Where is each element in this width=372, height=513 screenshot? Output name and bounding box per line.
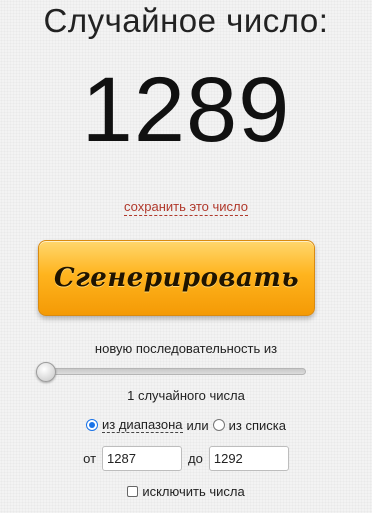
random-number-result: 1289 [81,59,291,161]
or-label: или [186,417,209,433]
from-label: от [83,451,97,466]
generate-button[interactable]: Сгенерировать [38,240,315,316]
range-radio[interactable] [86,419,99,431]
range-option-label[interactable]: из диапазона [102,417,183,433]
list-option-label[interactable]: из списка [229,418,286,433]
exclude-row: исключить числа [0,484,372,499]
count-label: 1 случайного числа [127,388,245,403]
page-title: Случайное число: [43,2,329,39]
count-slider-track[interactable] [42,368,306,375]
to-label: до [188,451,203,466]
to-input[interactable] [208,446,289,471]
exclude-checkbox[interactable] [127,486,139,497]
source-selector: из диапазона или из списка [0,417,372,433]
save-number-link[interactable]: сохранить это число [124,199,248,216]
list-radio[interactable] [212,419,225,431]
save-number-link-row: сохранить это число [0,199,372,216]
count-slider-handle[interactable] [36,362,56,382]
sequence-label: новую последовательность из [94,341,278,356]
range-inputs: от до [0,446,372,471]
generate-button-label: Сгенерировать [53,263,300,293]
exclude-label[interactable]: исключить числа [142,484,244,499]
from-input[interactable] [102,446,183,471]
